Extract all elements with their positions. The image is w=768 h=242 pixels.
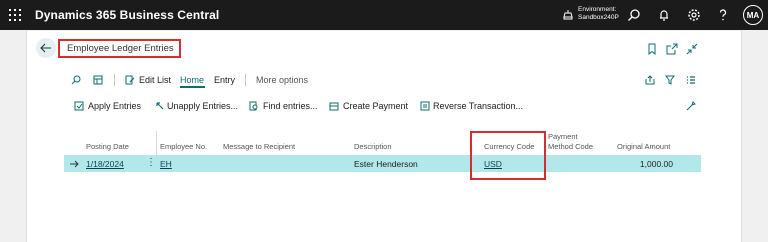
tab-entry[interactable]: Entry <box>214 75 235 85</box>
active-tab-indicator <box>180 86 205 88</box>
unapply-entries-icon <box>156 102 164 110</box>
filter-icon[interactable] <box>665 75 675 85</box>
page-card <box>26 31 742 242</box>
open-new-window-icon[interactable] <box>666 43 678 55</box>
reverse-transaction-icon <box>420 101 430 111</box>
create-payment-icon <box>329 102 339 111</box>
column-header-employee-no[interactable]: Employee No. <box>160 142 207 151</box>
user-avatar[interactable]: MA <box>743 5 763 25</box>
list-view-icon[interactable] <box>686 75 696 85</box>
unapply-entries-button[interactable]: Unapply Entries... <box>167 101 238 111</box>
search-icon[interactable] <box>627 8 641 22</box>
create-payment-button[interactable]: Create Payment <box>343 101 408 111</box>
currency-highlight-box <box>470 131 546 180</box>
edit-list-icon <box>125 75 135 85</box>
edit-list-grid-icon[interactable] <box>93 75 103 85</box>
arrow-left-icon <box>40 43 51 53</box>
divider <box>114 74 115 86</box>
column-header-description[interactable]: Description <box>354 142 392 151</box>
column-header-payment-method-code[interactable]: Payment <box>548 132 578 141</box>
environment-icon <box>563 10 573 20</box>
notification-bell-icon[interactable] <box>657 8 671 22</box>
environment-label: Environment: <box>578 6 617 13</box>
row-arrow-icon <box>70 160 79 168</box>
search-icon[interactable] <box>71 75 81 85</box>
row-actions-ellipsis-icon[interactable]: ⋮ <box>146 157 156 168</box>
find-entries-icon <box>249 101 258 111</box>
more-options-button[interactable]: More options <box>256 75 308 85</box>
column-header-message-to-recipient[interactable]: Message to Recipient <box>223 142 295 151</box>
settings-gear-icon[interactable] <box>687 8 701 22</box>
divider <box>245 74 246 86</box>
cell-description: Ester Henderson <box>354 159 418 169</box>
back-button[interactable] <box>36 38 56 58</box>
app-title[interactable]: Dynamics 365 Business Central <box>35 8 219 22</box>
apply-entries-button[interactable]: Apply Entries <box>88 101 141 111</box>
column-header-payment-method-code-line2[interactable]: Method Code <box>548 142 593 151</box>
column-header-posting-date[interactable]: Posting Date <box>86 142 129 151</box>
personalize-icon[interactable] <box>686 101 696 111</box>
apply-entries-icon <box>74 101 84 111</box>
share-icon[interactable] <box>645 75 655 85</box>
find-entries-button[interactable]: Find entries... <box>263 101 318 111</box>
bookmark-icon[interactable] <box>646 43 658 55</box>
cell-original-amount: 1,000.00 <box>639 159 673 169</box>
cell-employee-no[interactable]: EH <box>160 159 172 169</box>
help-icon[interactable] <box>716 8 730 22</box>
environment-indicator[interactable]: Environment: Sandbox240P <box>562 6 619 22</box>
page-title: Employee Ledger Entries <box>67 43 174 54</box>
reverse-transaction-button[interactable]: Reverse Transaction... <box>433 101 523 111</box>
cell-posting-date[interactable]: 1/18/2024 <box>86 159 124 169</box>
app-bar: Dynamics 365 Business Central Environmen… <box>0 0 768 30</box>
collapse-icon[interactable] <box>686 43 698 55</box>
tab-home[interactable]: Home <box>180 75 204 85</box>
edit-list-button[interactable]: Edit List <box>139 75 171 85</box>
column-header-original-amount[interactable]: Original Amount <box>617 142 670 151</box>
environment-name: Sandbox240P <box>578 14 619 21</box>
app-launcher-icon[interactable] <box>9 9 21 21</box>
